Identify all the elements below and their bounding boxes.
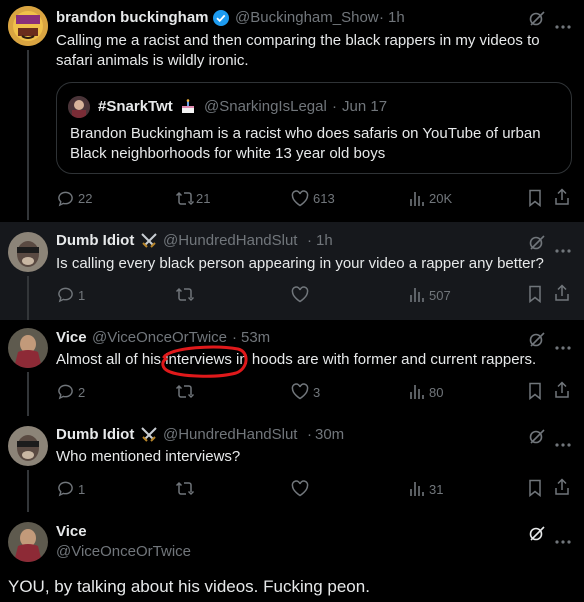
share-icon[interactable] [554,478,570,501]
timestamp[interactable]: 1h [388,9,405,26]
thread-line [27,372,29,416]
avatar-dumb-idiot[interactable] [8,232,48,272]
display-name[interactable]: brandon buckingham [56,9,209,26]
views-icon[interactable] [409,480,425,502]
tweet-4[interactable]: Dumb Idiot @HundredHandSlut · 30m Who me… [0,416,584,512]
quote-text-line: Black neighborhoods for white 13 year ol… [70,145,386,162]
avatar-snarktwt [68,96,90,118]
like-count: 613 [313,191,335,206]
repost-icon[interactable] [175,286,195,308]
quote-display-name[interactable]: #SnarkTwt [98,98,173,115]
views-icon[interactable] [409,286,425,308]
tweet-5[interactable]: Vice @ViceOnceOrTwice YOU, by talking ab… [0,512,584,602]
thread-line [27,276,29,320]
reply-icon[interactable] [57,190,74,212]
share-icon[interactable] [554,381,570,404]
quote-text-line: Brandon Buckingham is a racist who does … [70,125,541,142]
display-name[interactable]: Vice [56,523,87,540]
reply-icon[interactable] [57,480,74,502]
avatar-brandon[interactable] [8,6,48,46]
tweet-text: Is calling every black person appearing … [56,255,544,272]
bookmark-icon[interactable] [528,382,542,405]
tweet-text-line: Calling me a racist and then comparing t… [56,32,540,49]
bookmark-icon[interactable] [528,479,542,502]
hand-drawn-circle-annotation [158,343,250,384]
tweet-3[interactable]: Vice @ViceOnceOrTwice · 53m Almost all o… [0,320,584,416]
view-count: 31 [429,482,444,497]
reply-icon[interactable] [57,383,74,405]
swords-emoji-icon [140,232,158,255]
like-icon[interactable] [291,480,309,502]
handle[interactable]: @Buckingham_Show [235,9,379,26]
grok-icon[interactable] [528,9,546,32]
avatar-dumb-idiot[interactable] [8,426,48,466]
more-icon[interactable] [555,531,571,549]
grok-icon[interactable] [528,233,546,256]
reply-count: 1 [78,288,86,303]
separator-dot: · [307,232,312,249]
timestamp[interactable]: 1h [316,232,333,249]
repost-icon[interactable] [175,190,195,212]
share-icon[interactable] [554,188,570,211]
reply-count: 22 [78,191,93,206]
separator-dot: · [332,98,337,115]
cake-emoji-icon [180,98,196,119]
views-icon[interactable] [409,383,425,405]
tweet-1[interactable]: brandon buckingham @Buckingham_Show · 1h… [0,0,584,220]
handle[interactable]: @HundredHandSlut [163,426,297,443]
repost-count: 21 [196,191,211,206]
view-count: 507 [429,288,451,303]
quote-timestamp[interactable]: Jun 17 [342,98,387,115]
like-icon[interactable] [291,383,309,405]
quote-text: Brandon Buckingham is a racist who does … [70,124,570,164]
like-icon[interactable] [291,190,309,212]
view-count: 80 [429,385,444,400]
quoted-tweet[interactable]: #SnarkTwt @SnarkingIsLegal · Jun 17 Bran… [56,82,572,174]
handle[interactable]: @HundredHandSlut [163,232,297,249]
repost-icon[interactable] [175,383,195,405]
reply-icon[interactable] [57,286,74,308]
share-icon[interactable] [554,284,570,307]
display-name[interactable]: Vice [56,329,87,346]
separator-dot: · [379,9,384,26]
thread-line [27,470,29,512]
like-count: 3 [313,385,321,400]
tweet-text: Calling me a racist and then comparing t… [56,31,576,71]
avatar-vice[interactable] [8,328,48,368]
repost-icon[interactable] [175,480,195,502]
views-icon[interactable] [409,190,425,212]
verified-badge-icon [212,9,230,32]
tweet-text-line: safari animals is wildly ironic. [56,52,249,69]
grok-icon[interactable] [528,524,546,547]
like-icon[interactable] [291,286,309,308]
reply-count: 2 [78,385,86,400]
display-name[interactable]: Dumb Idiot [56,232,134,249]
swords-emoji-icon [140,426,158,449]
bookmark-icon[interactable] [528,189,542,212]
thread-line [27,50,29,220]
tweet-text: YOU, by talking about his videos. Fuckin… [8,577,370,596]
quote-handle[interactable]: @SnarkingIsLegal [204,98,327,115]
separator-dot: · [307,426,312,443]
tweet-text: Almost all of his interviews in hoods ar… [56,351,537,368]
display-name[interactable]: Dumb Idiot [56,426,134,443]
handle[interactable]: @ViceOnceOrTwice [56,543,191,560]
bookmark-icon[interactable] [528,285,542,308]
timestamp[interactable]: 30m [315,426,344,443]
tweet-2[interactable]: Dumb Idiot @HundredHandSlut · 1h Is call… [0,222,584,320]
reply-count: 1 [78,482,86,497]
tweet-text: Who mentioned interviews? [56,448,241,465]
avatar-vice[interactable] [8,522,48,562]
view-count: 20K [429,191,453,206]
